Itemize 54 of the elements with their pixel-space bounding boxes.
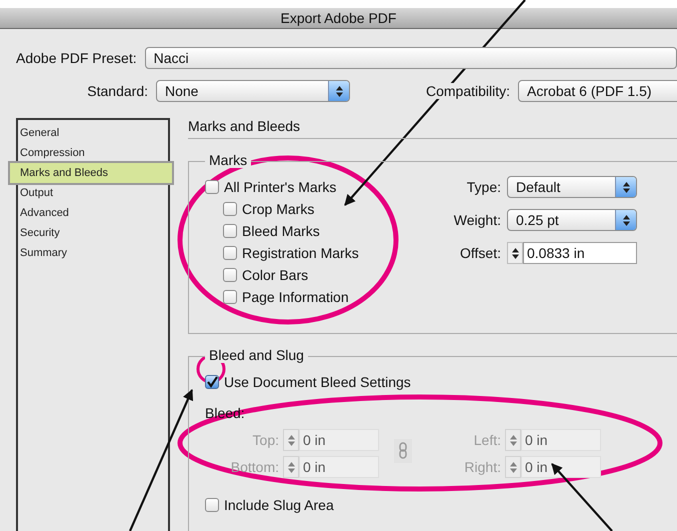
- preset-dropdown[interactable]: Nacci: [144, 47, 677, 69]
- field-label: Weight:: [452, 211, 501, 230]
- offset-input[interactable]: 0.0833 in: [523, 242, 637, 264]
- checkbox[interactable]: [223, 224, 237, 238]
- field-label: Right:: [463, 458, 501, 477]
- stepper-icon: [510, 246, 520, 260]
- field-label: Left:: [472, 431, 501, 450]
- panel-title: Marks and Bleeds: [188, 118, 677, 139]
- stepper-icon: [286, 460, 296, 474]
- checkbox-label: Crop Marks: [242, 201, 314, 217]
- field-label: Bottom:: [230, 458, 279, 477]
- checkbox[interactable]: [223, 246, 237, 260]
- sidebar-item[interactable]: Marks and Bleeds: [10, 163, 172, 183]
- checkbox-label: Use Document Bleed Settings: [224, 374, 411, 390]
- checkbox-label: Include Slug Area: [224, 497, 334, 513]
- checkbox[interactable]: [223, 290, 237, 304]
- checkbox[interactable]: [205, 180, 219, 194]
- group-title: Marks: [205, 152, 252, 168]
- stepper-icon: [286, 434, 296, 446]
- checkbox[interactable]: [205, 375, 219, 389]
- standard-dropdown[interactable]: None: [156, 80, 350, 102]
- checkbox-label: Bleed Marks: [242, 223, 320, 239]
- standard-label: Standard:: [86, 83, 148, 99]
- checkbox-label: Color Bars: [242, 267, 308, 283]
- sidebar-item[interactable]: Security: [18, 223, 168, 243]
- annotation-arrow: [551, 463, 613, 531]
- checkmark-icon: [206, 376, 218, 388]
- sidebar-item[interactable]: Compression: [18, 143, 168, 163]
- sidebar-item[interactable]: Summary: [18, 243, 168, 263]
- checkbox-label: Registration Marks: [242, 245, 359, 261]
- checkbox[interactable]: [205, 498, 219, 512]
- window-title: Export Adobe PDF: [0, 8, 677, 29]
- stepper-icon: [334, 84, 344, 98]
- stepper-icon: [508, 460, 518, 474]
- field-label: Offset:: [459, 244, 501, 263]
- checkbox[interactable]: [223, 202, 237, 216]
- compatibility-label: Compatibility:: [426, 83, 510, 99]
- stepper-icon: [622, 180, 630, 194]
- compatibility-dropdown[interactable]: Acrobat 6 (PDF 1.5): [518, 80, 677, 102]
- field-label: Type:: [466, 178, 501, 197]
- checkbox-label: Page Information: [242, 289, 349, 305]
- sidebar-item[interactable]: Advanced: [18, 203, 168, 223]
- checkbox-label: All Printer's Marks: [224, 179, 336, 195]
- group-title: Bleed and Slug: [205, 347, 308, 363]
- stepper-icon: [508, 434, 518, 446]
- type-dropdown[interactable]: Default: [507, 176, 637, 198]
- preset-label: Adobe PDF Preset:: [16, 50, 137, 66]
- weight-dropdown[interactable]: 0.25 pt: [507, 209, 637, 231]
- checkbox[interactable]: [223, 268, 237, 282]
- sidebar-item[interactable]: General: [18, 123, 168, 143]
- sidebar-item[interactable]: Output: [18, 183, 168, 203]
- field-label: Top:: [252, 431, 279, 450]
- stepper-control[interactable]: [507, 242, 523, 264]
- stepper-icon: [622, 214, 630, 226]
